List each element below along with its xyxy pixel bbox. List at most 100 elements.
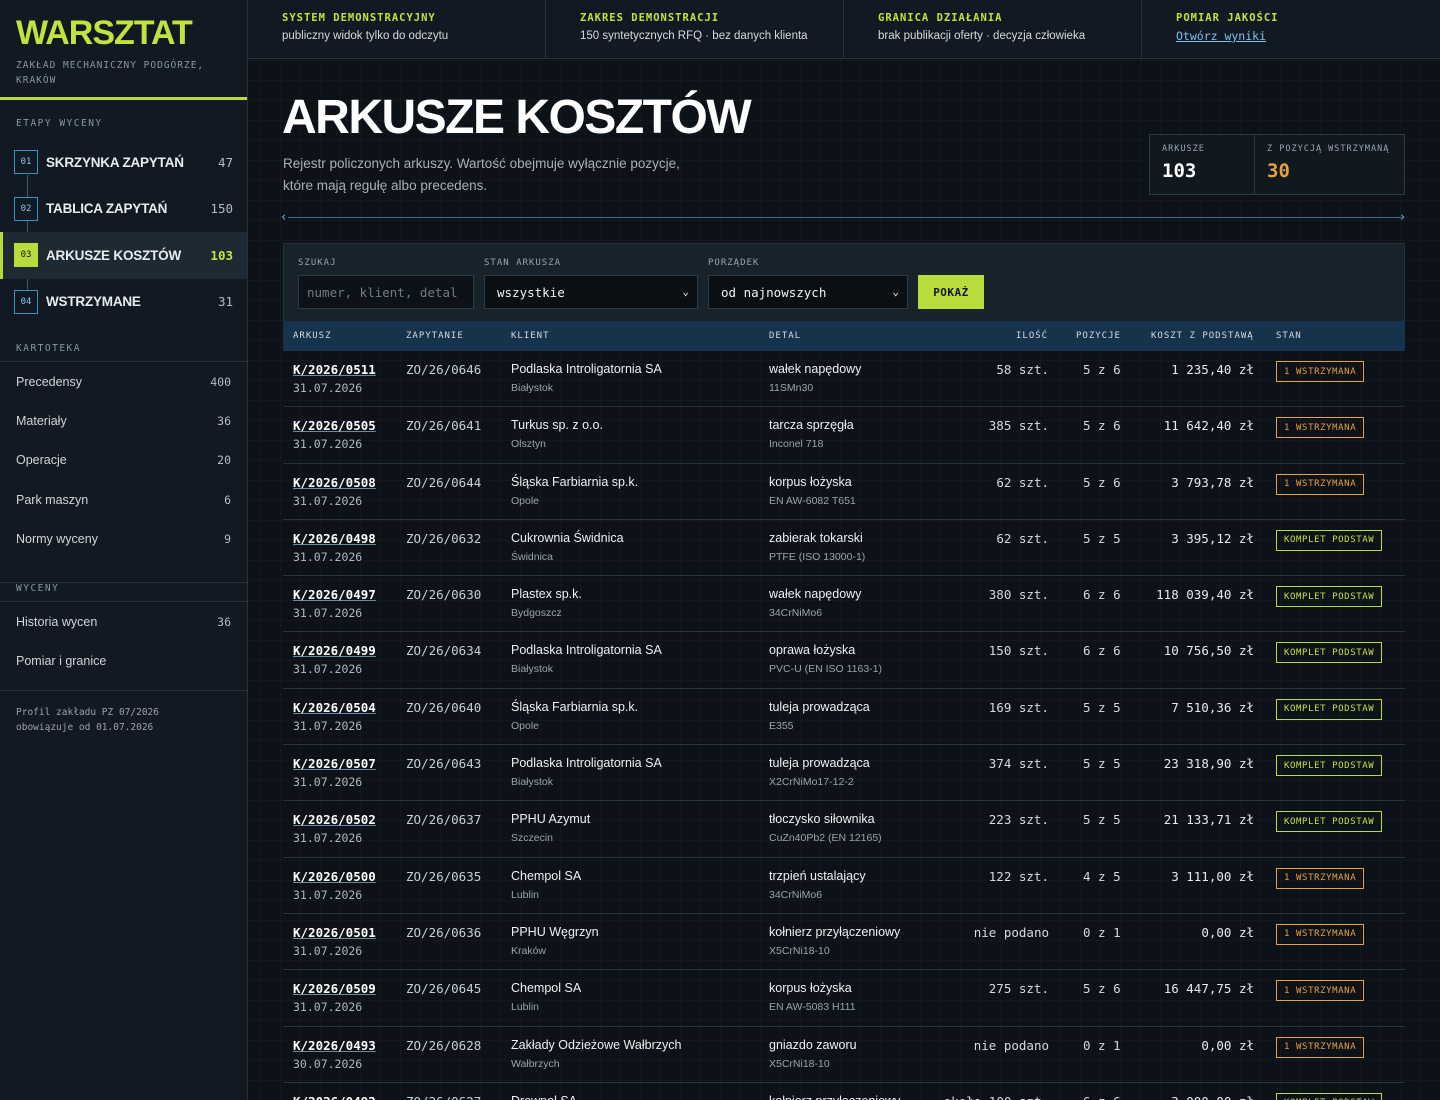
request-number: ZO/26/0628	[406, 1037, 482, 1053]
nav-count: 36	[217, 414, 231, 429]
client-city: Bydgoszcz	[511, 607, 562, 620]
client-name: Podlaska Introligatornia SA	[511, 756, 662, 771]
part-material: Inconel 718	[769, 438, 824, 451]
sheet-number-link[interactable]: K/2026/0511	[293, 362, 376, 377]
client-name: Turkus sp. z o.o.	[511, 418, 603, 433]
stat-value: 30	[1267, 160, 1290, 182]
part-name: tłoczysko siłownika	[769, 812, 875, 827]
request-number: ZO/26/0637	[406, 812, 482, 828]
status-badge: 1 WSTRZYMANA	[1276, 923, 1365, 945]
sheet-number-link[interactable]: K/2026/0508	[293, 475, 376, 490]
client-city: Białystok	[511, 382, 554, 394]
sheet-number-link[interactable]: K/2026/0499	[293, 643, 376, 658]
status-badge: KOMPLET PODSTAW	[1276, 698, 1383, 720]
sheet-date: 31.07.2026	[293, 887, 363, 902]
open-results-link[interactable]: Otwórz wyniki	[1176, 29, 1266, 43]
client-city: Białystok	[511, 776, 554, 789]
sheet-date: 31.07.2026	[293, 831, 363, 846]
sidebar-item-skrzynka-zapytan[interactable]: 01 SKRZYNKA ZAPYTAŃ 47	[0, 139, 247, 186]
table-row[interactable]: K/2026/0505 31.07.2026 ZO/26/0641 Turkus sp…	[283, 407, 1405, 464]
table-row[interactable]: K/2026/0501 31.07.2026 ZO/26/0636 PPHU Węgr…	[283, 914, 1405, 971]
topbar-value: 150 syntetycznych RFQ · bez danych klien…	[580, 30, 808, 42]
brand: WARSZTAT ZAKŁAD MECHANICZNY PODGÓRZE, KR…	[0, 0, 247, 100]
sidebar-item-wstrzymane[interactable]: 04 WSTRZYMANE 31	[0, 279, 247, 326]
cost-value: 10 756,50 zł	[1163, 643, 1254, 659]
sheet-number-link[interactable]: K/2026/0493	[293, 1038, 376, 1053]
client-city: Lublin	[511, 888, 540, 901]
sheet-number-link[interactable]: K/2026/0498	[293, 531, 376, 546]
client-name: Plastex sp.k.	[511, 587, 582, 602]
sheet-number-link[interactable]: K/2026/0509	[293, 981, 376, 996]
sidebar-item-arkusze-kosztow[interactable]: 03 ARKUSZE KOSZTÓW 103	[0, 232, 247, 279]
part-name: korpus łożyska	[769, 474, 852, 489]
sidebar-item-operacje[interactable]: Operacje 20	[0, 441, 247, 480]
table-row[interactable]: K/2026/0507 31.07.2026 ZO/26/0643 Podlaska …	[283, 745, 1405, 802]
topbar-title: ZAKRES DEMONSTRACJI	[580, 12, 720, 24]
show-button[interactable]: POKAŻ	[918, 275, 984, 309]
table-row[interactable]: K/2026/0508 31.07.2026 ZO/26/0644 Śląska Fa…	[283, 464, 1405, 520]
stage-count: 150	[210, 201, 233, 217]
table-row[interactable]: K/2026/0500 31.07.2026 ZO/26/0635 Chempol S…	[283, 858, 1405, 914]
sheet-number-link[interactable]: K/2026/0492	[293, 1094, 376, 1100]
sheet-number-link[interactable]: K/2026/0502	[293, 812, 376, 827]
stage-number: 01	[14, 150, 38, 175]
status-badge: KOMPLET PODSTAW	[1276, 642, 1383, 664]
cost-value: 21 133,71 zł	[1163, 812, 1254, 828]
client-city: Opole	[511, 494, 540, 507]
sidebar: WARSZTAT ZAKŁAD MECHANICZNY PODGÓRZE, KR…	[0, 0, 248, 1100]
sheet-number-link[interactable]: K/2026/0501	[293, 925, 376, 940]
client-city: Opole	[511, 719, 540, 732]
table-row[interactable]: K/2026/0499 31.07.2026 ZO/26/0634 Podlaska …	[283, 632, 1405, 689]
quantity: 374 szt.	[988, 756, 1049, 772]
quantity: 122 szt.	[988, 868, 1049, 884]
part-material: PVC-U (EN ISO 1163-1)	[769, 663, 883, 676]
sheet-number-link[interactable]: K/2026/0497	[293, 587, 376, 602]
sheet-date: 30.07.2026	[293, 1056, 363, 1071]
topbar-quality: POMIAR JAKOŚCI Otwórz wyniki	[1142, 0, 1440, 58]
sidebar-item-precedensy[interactable]: Precedensy 400	[0, 362, 247, 401]
positions-count: 5 z 5	[1083, 756, 1121, 772]
request-number: ZO/26/0646	[406, 362, 482, 377]
search-input[interactable]: numer, klient, detal	[298, 275, 474, 309]
order-select[interactable]: od najnowszych ⌄	[708, 275, 908, 309]
positions-count: 5 z 5	[1083, 699, 1121, 715]
part-name: tuleja prowadząca	[769, 699, 870, 714]
sidebar-item-tablica-zapytan[interactable]: 02 TABLICA ZAPYTAŃ 150	[0, 186, 247, 233]
sidebar-item-materialy[interactable]: Materiały 36	[0, 401, 247, 440]
table-row[interactable]: K/2026/0502 31.07.2026 ZO/26/0637 PPHU Azym…	[283, 801, 1405, 858]
state-select[interactable]: wszystkie ⌄	[484, 275, 698, 309]
brand-title[interactable]: WARSZTAT	[16, 14, 231, 52]
table-row[interactable]: K/2026/0504 31.07.2026 ZO/26/0640 Śląska Fa…	[283, 689, 1405, 746]
nav-label: Normy wyceny	[16, 532, 98, 547]
sheet-number-link[interactable]: K/2026/0504	[293, 700, 376, 715]
client-name: Zakłady Odzieżowe Wałbrzych	[511, 1037, 682, 1052]
quantity: nie podano	[973, 924, 1049, 940]
sheet-date: 31.07.2026	[293, 493, 363, 508]
quantity: 62 szt.	[996, 530, 1049, 546]
plant-profile: Profil zakładu PZ 07/2026 obowiązuje od …	[0, 690, 247, 749]
stage-count: 47	[217, 154, 233, 170]
request-number: ZO/26/0640	[406, 699, 482, 715]
table-row[interactable]: K/2026/0493 30.07.2026 ZO/26/0628 Zakłady O…	[283, 1027, 1405, 1083]
brand-subtitle-line1: ZAKŁAD MECHANICZNY PODGÓRZE,	[16, 60, 205, 71]
table-row[interactable]: K/2026/0509 31.07.2026 ZO/26/0645 Chempol S…	[283, 970, 1405, 1027]
table-row[interactable]: K/2026/0511 31.07.2026 ZO/26/0646 Podlaska …	[283, 351, 1405, 408]
sidebar-item-historia-wycen[interactable]: Historia wycen 36	[0, 602, 247, 641]
sheet-date: 31.07.2026	[293, 662, 363, 677]
sidebar-item-normy-wyceny[interactable]: Normy wyceny 9	[0, 520, 247, 559]
sidebar-item-pomiar-i-granice[interactable]: Pomiar i granice	[0, 641, 247, 680]
sheet-number-link[interactable]: K/2026/0507	[293, 756, 376, 771]
table-row[interactable]: K/2026/049230.07.2026ZO/26/0627Drewpol S…	[283, 1083, 1405, 1100]
sheet-number-link[interactable]: K/2026/0500	[293, 869, 376, 884]
quantity: około 100 szt.	[944, 1094, 1049, 1100]
table-row[interactable]: K/2026/0498 31.07.2026 ZO/26/0632 Cukrownia…	[283, 520, 1405, 577]
part-name: trzpień ustalający	[769, 868, 866, 883]
sidebar-item-park-maszyn[interactable]: Park maszyn 6	[0, 480, 247, 519]
sheet-number-link[interactable]: K/2026/0505	[293, 418, 376, 433]
request-number: ZO/26/0627	[406, 1094, 481, 1100]
client-name: Śląska Farbiarnia sp.k.	[511, 699, 639, 714]
quantity: 223 szt.	[988, 812, 1049, 828]
client-name: Drewpol SA	[511, 1094, 577, 1100]
wyceny-label-text: WYCENY	[16, 583, 60, 594]
table-row[interactable]: K/2026/0497 31.07.2026 ZO/26/0630 Plastex s…	[283, 576, 1405, 633]
